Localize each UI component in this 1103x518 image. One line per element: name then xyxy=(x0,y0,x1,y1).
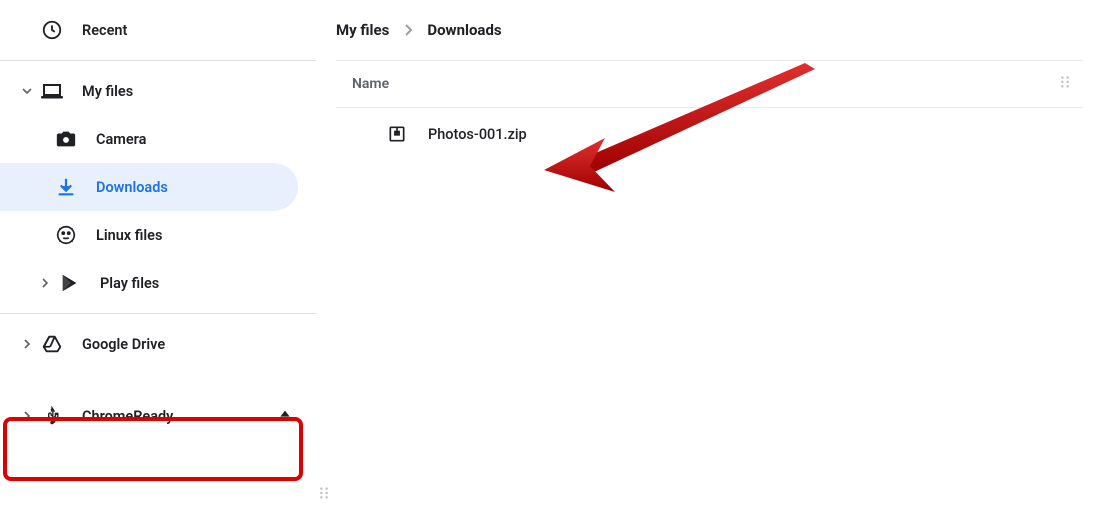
camera-icon xyxy=(54,127,78,151)
main-panel: My files Downloads Name Photos-001.zip xyxy=(316,0,1103,518)
sidebar-item-usb-chromeready[interactable]: ChromeReady xyxy=(0,392,316,440)
usb-icon xyxy=(40,404,64,428)
sidebar-item-play[interactable]: Play files xyxy=(0,259,316,307)
sidebar-item-label: Camera xyxy=(96,131,146,148)
file-table-header: Name xyxy=(336,60,1083,108)
eject-icon[interactable] xyxy=(276,407,294,425)
sidebar-section-recent: Recent xyxy=(0,0,316,61)
drag-handle-icon[interactable] xyxy=(318,485,330,504)
sidebar-item-label: Play files xyxy=(100,275,159,292)
sidebar-item-label: Google Drive xyxy=(82,336,165,353)
sidebar-item-downloads[interactable]: Downloads xyxy=(0,163,298,211)
sidebar-item-label: Linux files xyxy=(96,227,162,244)
sidebar: Recent My files Camera xyxy=(0,0,316,518)
drive-icon xyxy=(40,332,64,356)
breadcrumb-root[interactable]: My files xyxy=(336,21,389,39)
sidebar-item-label: My files xyxy=(82,83,133,100)
linux-icon xyxy=(54,223,78,247)
chevron-right-icon xyxy=(18,411,36,421)
download-icon xyxy=(54,175,78,199)
sidebar-item-linux[interactable]: Linux files xyxy=(0,211,316,259)
drag-handle-icon[interactable] xyxy=(1059,75,1071,93)
file-name: Photos-001.zip xyxy=(428,126,527,143)
laptop-icon xyxy=(40,79,64,103)
breadcrumb: My files Downloads xyxy=(336,0,1083,60)
sidebar-item-recent[interactable]: Recent xyxy=(0,6,316,54)
sidebar-item-camera[interactable]: Camera xyxy=(0,115,316,163)
chevron-down-icon xyxy=(18,86,36,96)
archive-icon xyxy=(386,123,408,145)
column-header-name[interactable]: Name xyxy=(352,76,389,92)
clock-icon xyxy=(40,18,64,42)
chevron-right-icon xyxy=(403,24,413,36)
sidebar-item-label: Recent xyxy=(82,22,127,39)
file-row[interactable]: Photos-001.zip xyxy=(336,108,1083,160)
sidebar-item-label: Downloads xyxy=(96,179,168,196)
sidebar-section-myfiles: My files Camera Downloads xyxy=(0,61,316,314)
sidebar-item-label: ChromeReady xyxy=(82,408,173,425)
chevron-right-icon xyxy=(36,278,54,288)
chevron-right-icon xyxy=(18,339,36,349)
play-icon xyxy=(58,271,82,295)
sidebar-section-external: Google Drive ChromeReady xyxy=(0,314,316,446)
sidebar-item-my-files[interactable]: My files xyxy=(0,67,316,115)
breadcrumb-current: Downloads xyxy=(427,21,501,39)
sidebar-item-google-drive[interactable]: Google Drive xyxy=(0,320,316,368)
